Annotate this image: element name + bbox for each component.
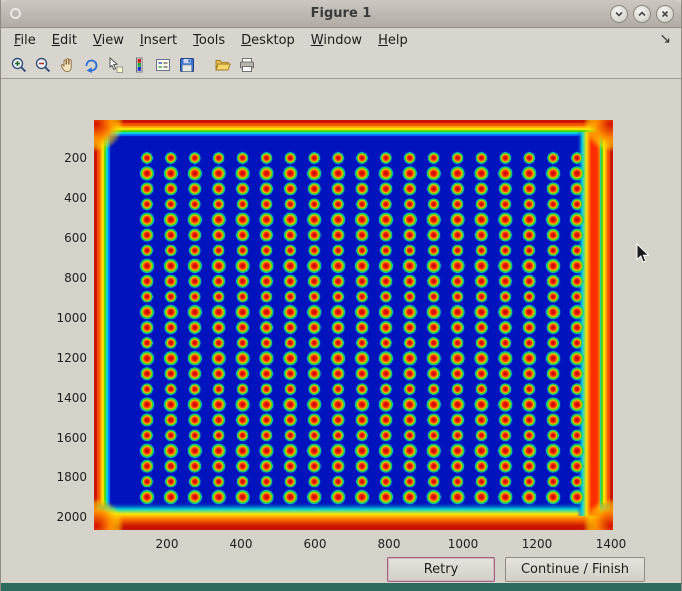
chevron-down-icon <box>614 9 624 19</box>
retry-button[interactable]: Retry <box>387 557 495 582</box>
data-cursor-button[interactable] <box>103 54 127 76</box>
rotate-icon <box>82 56 100 74</box>
colorbar-icon <box>130 56 148 74</box>
pan-button[interactable] <box>55 54 79 76</box>
x-tick-label: 200 <box>145 537 189 551</box>
y-tick-label: 600 <box>37 231 87 245</box>
zoom-in-icon <box>10 56 28 74</box>
hand-icon <box>58 56 76 74</box>
y-tick-label: 200 <box>37 151 87 165</box>
y-tick-label: 800 <box>37 271 87 285</box>
zoom-out-icon <box>34 56 52 74</box>
window-title: Figure 1 <box>1 6 681 21</box>
mouse-cursor <box>636 243 652 265</box>
figure-image <box>94 120 613 530</box>
menu-desktop[interactable]: Desktop <box>234 30 304 51</box>
title-bar[interactable]: Figure 1 <box>1 0 681 28</box>
x-tick-label: 1400 <box>589 537 633 551</box>
figure-toolbar <box>1 52 681 79</box>
close-icon <box>660 9 670 19</box>
zoom-out-button[interactable] <box>31 54 55 76</box>
figure-window: Figure 1 File Edit View Insert Tools Des… <box>0 0 682 591</box>
data-cursor-icon <box>106 56 124 74</box>
menu-overflow-icon[interactable]: ↘ <box>659 31 671 47</box>
menu-insert[interactable]: Insert <box>133 30 186 51</box>
y-tick-label: 2000 <box>37 510 87 524</box>
menu-window[interactable]: Window <box>304 30 371 51</box>
zoom-in-button[interactable] <box>7 54 31 76</box>
rotate-3d-button[interactable] <box>79 54 103 76</box>
x-tick-label: 400 <box>219 537 263 551</box>
legend-icon <box>154 56 172 74</box>
print-button[interactable] <box>235 54 259 76</box>
x-tick-label: 800 <box>367 537 411 551</box>
close-window-button[interactable] <box>656 5 674 23</box>
x-tick-label: 1200 <box>515 537 559 551</box>
open-button[interactable] <box>211 54 235 76</box>
insert-colorbar-button[interactable] <box>127 54 151 76</box>
y-tick-label: 1400 <box>37 391 87 405</box>
y-tick-label: 1000 <box>37 311 87 325</box>
open-folder-icon <box>214 56 232 74</box>
save-button[interactable] <box>175 54 199 76</box>
menu-help[interactable]: Help <box>371 30 417 51</box>
menu-file[interactable]: File <box>7 30 45 51</box>
shade-window-button[interactable] <box>610 5 628 23</box>
menu-tools[interactable]: Tools <box>186 30 234 51</box>
printer-icon <box>238 56 256 74</box>
toolbar-separator <box>199 65 211 66</box>
y-tick-label: 400 <box>37 191 87 205</box>
menu-bar: File Edit View Insert Tools Desktop Wind… <box>1 29 681 52</box>
y-tick-label: 1800 <box>37 470 87 484</box>
chevron-up-icon <box>637 9 647 19</box>
maximize-window-button[interactable] <box>633 5 651 23</box>
desktop-strip <box>1 583 681 591</box>
x-tick-label: 600 <box>293 537 337 551</box>
save-icon <box>178 56 196 74</box>
y-tick-label: 1600 <box>37 431 87 445</box>
continue-finish-button[interactable]: Continue / Finish <box>505 557 645 582</box>
menu-view[interactable]: View <box>86 30 133 51</box>
x-tick-label: 1000 <box>441 537 485 551</box>
menu-edit[interactable]: Edit <box>45 30 86 51</box>
y-tick-label: 1200 <box>37 351 87 365</box>
insert-legend-button[interactable] <box>151 54 175 76</box>
